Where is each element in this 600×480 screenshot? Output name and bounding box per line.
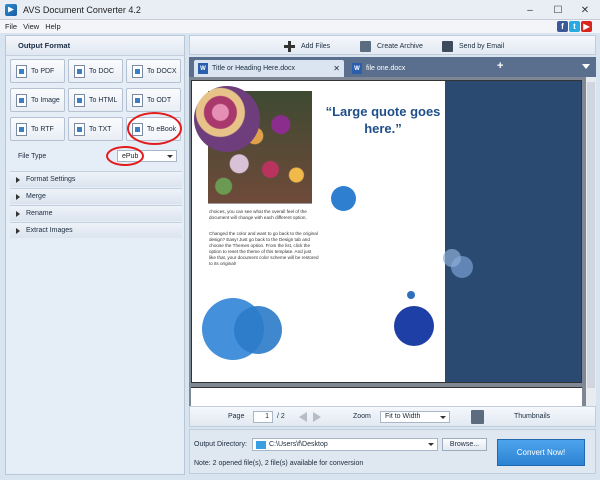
doc-paragraph-1: choices, you can see what the overall fe… (209, 209, 307, 220)
page-number-input[interactable]: 1 (253, 411, 273, 423)
close-tab-icon[interactable]: ✕ (333, 64, 340, 73)
page-total: / 2 (277, 413, 285, 420)
pdf-icon (16, 64, 27, 78)
vertical-scrollbar[interactable] (586, 77, 596, 406)
to-rtf-button[interactable]: To RTF (10, 117, 65, 141)
create-archive-button[interactable]: Create Archive (360, 39, 423, 53)
tab-list-dropdown-icon[interactable] (582, 64, 590, 69)
image-icon (16, 93, 27, 107)
expand-arrow-icon (16, 176, 20, 183)
odt-icon (132, 93, 143, 107)
scrollbar-thumb[interactable] (587, 82, 595, 388)
decorative-circle (443, 249, 461, 267)
ebook-icon (132, 122, 143, 136)
docx-icon (132, 64, 143, 78)
document-tab-bar: W Title or Heading Here.docx ✕ W file on… (189, 57, 596, 77)
document-page-2 (191, 387, 582, 406)
to-image-button[interactable]: To Image (10, 88, 65, 112)
accordion-extract-images[interactable]: Extract Images (10, 222, 182, 238)
doc-paragraph-2: Changed the color and want to go back to… (209, 231, 319, 266)
decorative-circle (407, 291, 415, 299)
zoom-label: Zoom (353, 413, 371, 420)
zoom-select[interactable]: Fit to Width (380, 411, 450, 423)
previous-page-icon[interactable] (299, 412, 307, 422)
folder-icon (256, 441, 266, 449)
menu-file[interactable]: File (5, 22, 17, 31)
add-files-button[interactable]: Add Files (284, 39, 330, 53)
twitter-icon[interactable]: t (569, 21, 580, 32)
decorative-circle (234, 306, 282, 354)
tab-title-or-heading[interactable]: W Title or Heading Here.docx ✕ (194, 60, 344, 77)
next-page-icon[interactable] (313, 412, 321, 422)
youtube-icon[interactable]: ▶ (581, 21, 592, 32)
document-page: choices, you can see what the overall fe… (191, 80, 582, 383)
expand-arrow-icon (16, 210, 20, 217)
to-pdf-button[interactable]: To PDF (10, 59, 65, 83)
word-icon: W (352, 63, 362, 74)
navigation-bar: Page 1 / 2 Zoom Fit to Width Thumbnails (189, 406, 596, 427)
browse-button[interactable]: Browse... (442, 438, 487, 451)
to-txt-button[interactable]: To TXT (68, 117, 123, 141)
to-doc-button[interactable]: To DOC (68, 59, 123, 83)
menu-bar: File View Help (0, 20, 600, 33)
thumbnails-label[interactable]: Thumbnails (514, 413, 550, 420)
close-button[interactable]: ✕ (572, 0, 598, 20)
window-title: AVS Document Converter 4.2 (23, 4, 141, 15)
app-icon (5, 3, 17, 16)
to-html-button[interactable]: To HTML (68, 88, 123, 112)
facebook-icon[interactable]: f (557, 21, 568, 32)
thumbnails-icon[interactable] (471, 410, 484, 424)
title-bar: AVS Document Converter 4.2 – ☐ ✕ (0, 0, 600, 20)
to-ebook-button[interactable]: To eBook (126, 117, 181, 141)
output-directory-select[interactable]: C:\Users\f\Desktop (252, 438, 438, 451)
rtf-icon (16, 122, 27, 136)
file-type-select[interactable]: ePub (117, 150, 177, 162)
conversion-note: Note: 2 opened file(s), 2 file(s) availa… (194, 460, 364, 467)
file-type-row: File Type ePub (18, 149, 178, 163)
plus-icon (284, 40, 295, 52)
page-label: Page (228, 413, 245, 420)
add-tab-button[interactable]: + (497, 60, 503, 72)
expand-arrow-icon (16, 193, 20, 200)
chevron-down-icon (440, 416, 446, 419)
convert-now-button[interactable]: Convert Now! (497, 439, 585, 466)
file-type-label: File Type (18, 152, 47, 160)
chevron-down-icon (167, 155, 173, 158)
menu-help[interactable]: Help (45, 22, 60, 31)
html-icon (74, 93, 85, 107)
archive-icon (360, 40, 371, 52)
panel-header: Output Format (6, 36, 184, 56)
to-docx-button[interactable]: To DOCX (126, 59, 181, 83)
output-bar: Output Directory: C:\Users\f\Desktop Bro… (189, 429, 596, 474)
txt-icon (74, 122, 85, 136)
accordion-merge[interactable]: Merge (10, 188, 182, 204)
tab-file-one[interactable]: W file one.docx (348, 60, 488, 77)
expand-arrow-icon (16, 227, 20, 234)
main-toolbar: Add Files Create Archive Send by Email (189, 35, 596, 55)
maximize-button[interactable]: ☐ (545, 0, 571, 20)
minimize-button[interactable]: – (517, 0, 543, 20)
menu-view[interactable]: View (23, 22, 39, 31)
send-by-email-button[interactable]: Send by Email (442, 39, 504, 53)
accordion-rename[interactable]: Rename (10, 205, 182, 221)
chevron-down-icon (428, 443, 434, 446)
doc-quote: “Large quote goes here.” (325, 104, 441, 136)
flowers-circle-photo (194, 86, 260, 152)
to-odt-button[interactable]: To ODT (126, 88, 181, 112)
decorative-circle (331, 186, 356, 211)
output-directory-label: Output Directory: (194, 441, 247, 448)
blue-side-panel (443, 81, 581, 382)
accordion-format-settings[interactable]: Format Settings (10, 171, 182, 187)
email-icon (442, 40, 453, 52)
output-format-panel: Output Format To PDF To DOC To DOCX To I… (5, 35, 185, 475)
document-preview: choices, you can see what the overall fe… (189, 77, 596, 406)
word-icon: W (198, 63, 208, 74)
doc-icon (74, 64, 85, 78)
decorative-circle (394, 306, 434, 346)
